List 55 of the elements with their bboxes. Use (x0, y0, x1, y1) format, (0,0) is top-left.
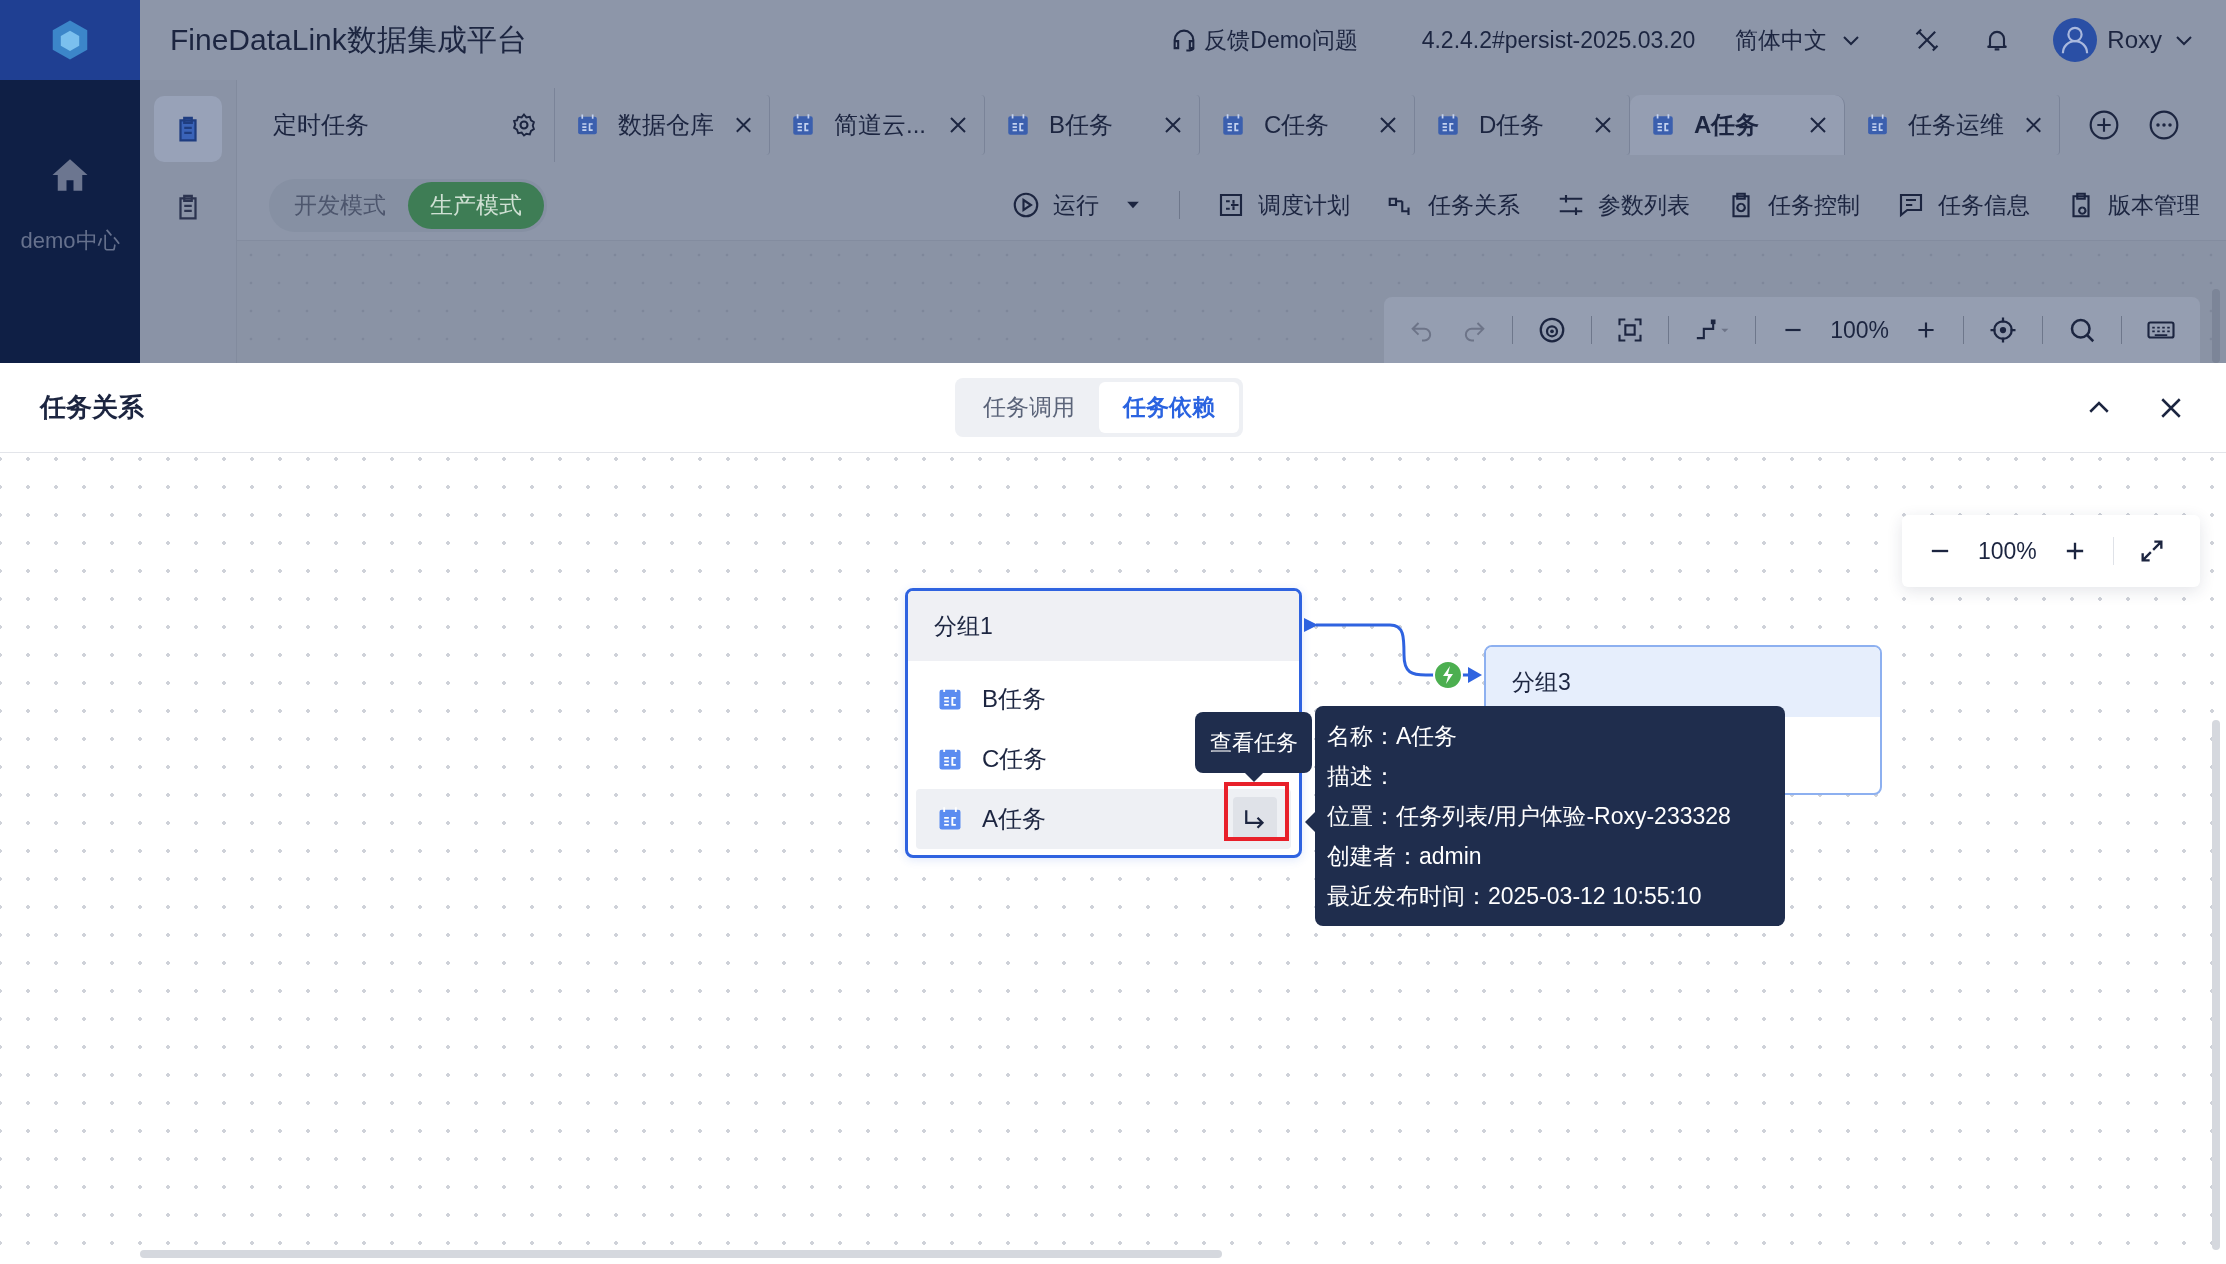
toolbar-button[interactable]: 任务控制 (1726, 189, 1860, 221)
avatar-icon (2053, 18, 2098, 62)
zoom-level: 100% (1978, 537, 2037, 565)
tooltip-line: 位置：任务列表/用户体验-Roxy-233328 (1327, 802, 1732, 831)
calendar-icon (1435, 112, 1461, 138)
panel-title: 任务关系 (40, 391, 144, 424)
task-tab[interactable]: 简道云... (770, 95, 985, 155)
language-selector[interactable]: 简体中文 (1735, 24, 1864, 56)
fit-view-icon[interactable] (1616, 316, 1645, 344)
tooltip-line: 名称：A任务 (1327, 722, 1459, 751)
toolbar-button[interactable]: 任务关系 (1386, 189, 1520, 221)
toolbar-button[interactable]: 参数列表 (1556, 189, 1690, 221)
toolbar-icon (1011, 190, 1041, 220)
calendar-icon (790, 112, 816, 138)
more-icon[interactable] (2148, 109, 2180, 141)
scrollbar-thumb[interactable] (140, 1250, 1222, 1258)
tooltip: 查看任务 (1195, 712, 1312, 773)
version-label: 4.2.4.2#persist-2025.03.20 (1421, 26, 1696, 54)
add-tab-icon[interactable] (2088, 109, 2120, 141)
tooltip-line: 描述： (1327, 762, 1397, 791)
feedback-link[interactable]: 反馈Demo问题 (1170, 24, 1358, 56)
settings-icon[interactable] (510, 111, 538, 139)
mode-option[interactable]: 生产模式 (408, 181, 544, 229)
task-tab[interactable]: D任务 (1415, 95, 1630, 155)
lightning-icon (1433, 660, 1463, 690)
tooltip-line: 最近发布时间：2025-03-12 10:55:10 (1327, 882, 1703, 911)
view-tab[interactable]: 任务依赖 (1099, 382, 1239, 433)
task-tab[interactable]: A任务 (1630, 95, 1845, 155)
task-tab[interactable]: 数据仓库 (555, 95, 770, 155)
locate-icon[interactable] (1988, 315, 2018, 345)
toolbar-button[interactable]: 任务信息 (1896, 189, 2030, 221)
task-tab[interactable]: 定时任务 (237, 88, 555, 162)
toolbar-button[interactable]: 调度计划 (1216, 189, 1350, 221)
task-row[interactable]: A任务 (916, 789, 1291, 849)
toolbar-button[interactable]: 版本管理 (2066, 189, 2200, 221)
calendar-icon (1005, 112, 1031, 138)
task-tab[interactable]: C任务 (1200, 95, 1415, 155)
scrollbar-thumb[interactable] (2212, 720, 2220, 1250)
zoom-level: 100% (1830, 316, 1889, 344)
group-title: 分组1 (908, 591, 1299, 661)
view-tab[interactable]: 任务调用 (959, 382, 1099, 433)
task-tab[interactable]: B任务 (985, 95, 1200, 155)
module-button[interactable] (154, 96, 222, 162)
toolbar-button[interactable]: 运行 (1011, 189, 1143, 221)
highlight-frame (1224, 782, 1289, 841)
calendar-icon (1650, 112, 1676, 138)
scrollbar-thumb[interactable] (2212, 289, 2220, 363)
tooltip-pointer (1245, 773, 1263, 782)
logo-block[interactable] (0, 0, 140, 80)
app-title: FineDataLink数据集成平台 (170, 21, 527, 58)
tooltip-line: 创建者：admin (1327, 842, 1483, 871)
sidebar-label: demo中心 (20, 227, 120, 255)
calendar-icon (1220, 112, 1246, 138)
user-menu[interactable]: Roxy (2053, 18, 2196, 62)
task-tab[interactable]: 任务运维 (1845, 95, 2060, 155)
